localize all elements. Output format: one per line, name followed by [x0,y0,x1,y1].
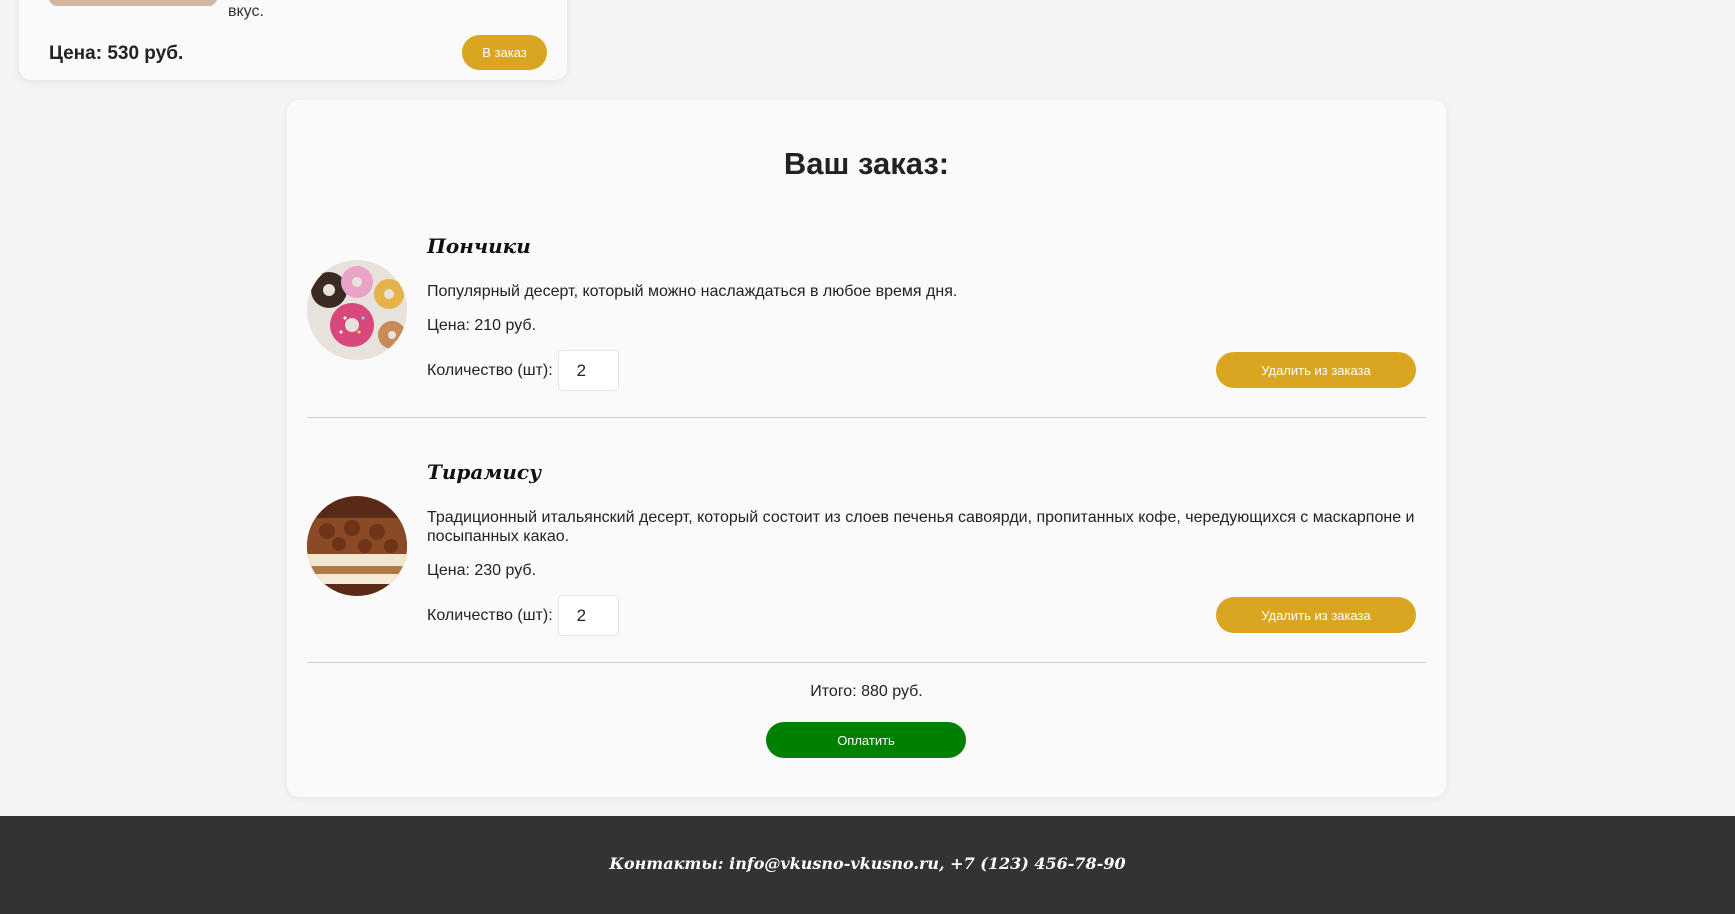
item-price: Цена: 230 руб. [427,562,537,579]
remove-from-order-button[interactable]: Удалить из заказа [1216,597,1416,633]
quantity-row: Количество (шт): [427,595,619,636]
order-panel: Ваш заказ: Пончики Популярный десерт, ко… [287,100,1446,797]
item-description: Популярный десерт, который можно наслажд… [427,283,958,300]
order-item-donuts: Пончики Популярный десерт, который можно… [307,228,1426,418]
product-card-partial: вкус. Цена: 530 руб. В заказ [19,0,567,80]
remove-from-order-button[interactable]: Удалить из заказа [1216,352,1416,388]
item-price: Цена: 210 руб. [427,317,537,334]
product-image-edge [49,0,217,6]
order-title: Ваш заказ: [783,146,950,181]
item-name: Пончики [427,234,531,258]
donuts-image [307,260,407,360]
add-to-order-button[interactable]: В заказ [462,35,547,70]
product-description-tail: вкус. [228,3,264,20]
product-price: Цена: 530 руб. [49,43,184,64]
tiramisu-image [307,496,407,596]
quantity-input[interactable] [557,595,619,636]
order-total: Итого: 880 руб. [810,683,923,700]
quantity-label: Количество (шт): [427,606,553,624]
footer-contacts: Контакты: info@vkusno-vkusno.ru, +7 (123… [609,854,1126,873]
quantity-label: Количество (шт): [427,361,553,379]
item-description: Традиционный итальянский десерт, который… [427,509,1415,545]
footer: Контакты: info@vkusno-vkusno.ru, +7 (123… [0,816,1735,914]
pay-button[interactable]: Оплатить [766,722,966,758]
quantity-row: Количество (шт): [427,350,619,391]
item-name: Тирамису [427,460,542,484]
quantity-input[interactable] [557,350,619,391]
order-item-tiramisu: Тирамису Традиционный итальянский десерт… [307,454,1426,663]
